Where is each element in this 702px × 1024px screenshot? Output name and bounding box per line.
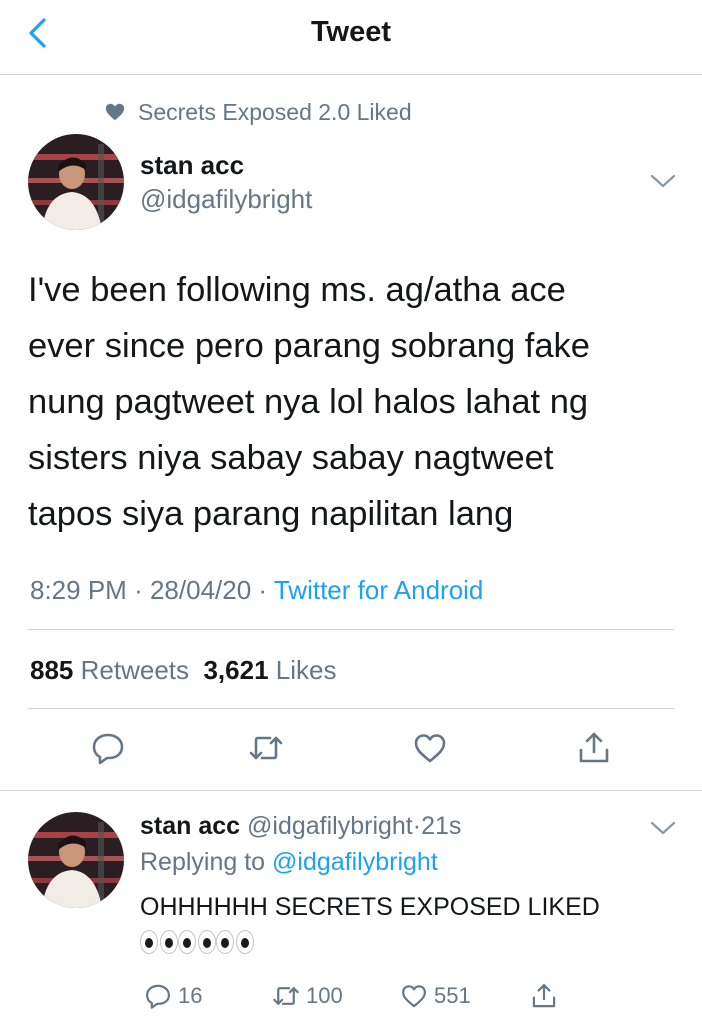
eyes-emoji-icon (178, 930, 216, 956)
divider (28, 708, 674, 709)
tweet-stats: 885 Retweets 3,621 Likes (30, 655, 336, 686)
reply-button[interactable] (90, 730, 126, 766)
replying-to-mention[interactable]: @idgafilybright (272, 848, 438, 876)
reply-header: stan acc @idgafilybright·21s (140, 812, 461, 841)
more-options-button[interactable] (650, 173, 676, 189)
reply-retweet-button[interactable]: 100 (272, 980, 343, 1012)
reply-share-button[interactable] (530, 980, 564, 1012)
reply-reply-button[interactable]: 16 (144, 980, 202, 1012)
retweet-count: 885 (30, 655, 74, 685)
tweet-text-line: nung pagtweet nya lol halos lahat ng (28, 383, 589, 421)
tweet-time: 8:29 PM (30, 575, 127, 605)
tweet-text-line: sisters niya sabay sabay nagtweet (28, 439, 554, 477)
meta-separator: · (134, 575, 143, 605)
avatar-image (28, 812, 124, 908)
social-context: Secrets Exposed 2.0 Liked (104, 98, 412, 126)
reply-more-options-button[interactable] (650, 820, 676, 836)
tweet-text-line: ever since pero parang sobrang fake (28, 327, 590, 365)
tweet-source-link[interactable]: Twitter for Android (274, 575, 484, 605)
replying-to: Replying to @idgafilybright (140, 848, 438, 877)
like-label: Likes (275, 655, 337, 685)
retweet-label: Retweets (80, 655, 190, 685)
social-context-text: Secrets Exposed 2.0 Liked (138, 98, 412, 125)
share-button[interactable] (576, 730, 612, 766)
like-icon (414, 734, 446, 763)
like-button[interactable] (412, 730, 448, 766)
reply-like-count: 551 (434, 983, 471, 1008)
share-icon (532, 984, 556, 1008)
reply-author-handle[interactable]: @idgafilybright (247, 812, 413, 840)
retweet-icon (249, 736, 283, 760)
page-title: Tweet (310, 16, 392, 48)
reply-separator: · (412, 812, 422, 840)
tweet-text: I've been following ms. ag/atha ace ever… (28, 262, 678, 542)
chevron-down-icon (650, 174, 676, 188)
author-handle[interactable]: @idgafilybright (140, 184, 312, 215)
eyes-emoji-icon (140, 930, 178, 956)
reply-author-name[interactable]: stan acc (140, 812, 240, 840)
reply-retweet-count: 100 (306, 983, 343, 1008)
like-icon (402, 985, 426, 1008)
top-bar: Tweet (0, 0, 702, 75)
reply-icon (146, 984, 170, 1009)
likes-stat[interactable]: 3,621 Likes (203, 655, 336, 685)
divider (0, 790, 702, 791)
meta-separator: · (258, 575, 268, 605)
tweet-meta: 8:29 PM · 28/04/20 · Twitter for Android (30, 575, 483, 606)
replying-to-label: Replying to (140, 848, 266, 876)
like-count: 3,621 (203, 655, 269, 685)
eyes-emoji: 👀👀👀 (140, 930, 254, 956)
share-icon (579, 732, 609, 763)
reply-text: OHHHHHH SECRETS EXPOSED LIKED (140, 893, 600, 921)
divider (28, 629, 674, 630)
reply-icon (92, 733, 124, 765)
avatar-image (28, 134, 124, 230)
reply-like-button[interactable]: 551 (400, 980, 471, 1012)
retweets-stat[interactable]: 885 Retweets (30, 655, 189, 685)
chevron-down-icon (650, 821, 676, 835)
reply-count: 16 (178, 983, 203, 1008)
retweet-icon (273, 987, 299, 1005)
tweet-text-line: I've been following ms. ag/atha ace (28, 271, 566, 309)
heart-icon (105, 103, 125, 121)
tweet-text-line: tapos siya parang napilitan lang (28, 495, 514, 533)
tweet-date: 28/04/20 (149, 575, 252, 605)
retweet-button[interactable] (248, 730, 284, 766)
eyes-emoji-icon (216, 930, 254, 956)
reply-time: 21s (421, 812, 462, 840)
avatar[interactable] (28, 134, 124, 230)
author-name[interactable]: stan acc (140, 150, 244, 181)
reply-avatar[interactable] (28, 812, 124, 908)
